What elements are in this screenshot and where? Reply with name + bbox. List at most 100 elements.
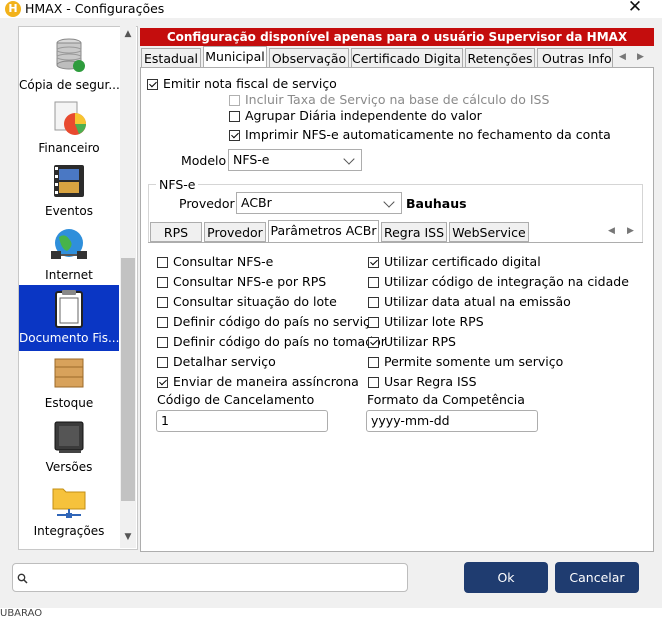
sidebar-item-label: Eventos <box>45 204 93 218</box>
inner-tab-scroll-left-icon[interactable]: ◀ <box>608 226 615 236</box>
globe-network-icon <box>51 229 87 259</box>
chevron-down-icon <box>343 153 355 165</box>
ok-button[interactable]: Ok <box>464 562 548 593</box>
sidebar-item-internet[interactable]: Internet <box>19 227 119 289</box>
checkbox-label: Definir código do país no serviço <box>173 314 378 329</box>
checkbox-box <box>157 377 168 388</box>
definir-pais-servico-checkbox[interactable]: Definir código do país no serviço <box>157 314 378 330</box>
tab-rps[interactable]: RPS <box>150 222 202 242</box>
utilizar-rps-checkbox[interactable]: Utilizar RPS <box>368 334 456 350</box>
scrollbar-thumb[interactable] <box>121 258 135 501</box>
sidebar-item-eventos[interactable]: Eventos <box>19 163 119 225</box>
consultar-nfse-rps-checkbox[interactable]: Consultar NFS-e por RPS <box>157 274 326 290</box>
inner-tab-scroll-right-icon[interactable]: ▶ <box>627 226 634 236</box>
sidebar-item-label: Integrações <box>33 524 105 538</box>
utilizar-lote-rps-checkbox[interactable]: Utilizar lote RPS <box>368 314 484 330</box>
checkbox-label: Agrupar Diária independente do valor <box>245 108 482 123</box>
title-bar: H HMAX - Configurações ✕ <box>0 0 662 18</box>
emitir-nota-checkbox[interactable]: Emitir nota fiscal de serviço <box>147 76 337 92</box>
enviar-assincrona-checkbox[interactable]: Enviar de maneira assíncrona <box>157 374 359 390</box>
checkbox-box <box>157 297 168 308</box>
checkbox-box <box>157 277 168 288</box>
modelo-label: Modelo <box>181 153 227 168</box>
checkbox-box <box>229 130 240 141</box>
sidebar-item-documento-fiscal[interactable]: Documento Fis... <box>19 285 119 351</box>
sidebar-item-label: Versões <box>45 460 93 474</box>
tab-scroll-right-icon[interactable]: ▶ <box>637 52 644 62</box>
formato-competencia-label: Formato da Competência <box>367 392 525 407</box>
utilizar-certificado-checkbox[interactable]: Utilizar certificado digital <box>368 254 541 270</box>
tab-certificado-digital[interactable]: Certificado Digital <box>351 48 463 68</box>
sidebar-item-estoque[interactable]: Estoque <box>19 355 119 417</box>
checkbox-box <box>157 317 168 328</box>
tab-outras-informacoes[interactable]: Outras Infor <box>537 48 613 68</box>
sidebar-item-label: Internet <box>45 268 93 282</box>
detalhar-servico-checkbox[interactable]: Detalhar serviço <box>157 354 276 370</box>
tab-webservice[interactable]: WebService <box>449 222 529 242</box>
scroll-down-icon[interactable]: ▼ <box>120 532 136 546</box>
imprimir-nfse-checkbox[interactable]: Imprimir NFS-e automaticamente no fecham… <box>229 127 611 143</box>
checkbox-label: Usar Regra ISS <box>384 374 477 389</box>
checkbox-box <box>157 337 168 348</box>
checkbox-box <box>229 95 240 106</box>
consultar-situacao-lote-checkbox[interactable]: Consultar situação do lote <box>157 294 337 310</box>
select-value: ACBr <box>241 195 272 210</box>
scroll-up-icon[interactable]: ▲ <box>120 29 136 43</box>
formato-competencia-input[interactable]: yyyy-mm-dd <box>366 410 538 432</box>
checkbox-label: Consultar NFS-e <box>173 254 274 269</box>
incluir-taxa-checkbox[interactable]: Incluir Taxa de Serviço na base de cálcu… <box>229 92 549 108</box>
checkbox-box <box>147 79 158 90</box>
agrupar-diaria-checkbox[interactable]: Agrupar Diária independente do valor <box>229 108 482 124</box>
sidebar-item-integracoes[interactable]: Integrações <box>19 483 119 545</box>
codigo-cancelamento-input[interactable]: 1 <box>156 410 328 432</box>
sidebar-item-financeiro[interactable]: Financeiro <box>19 100 119 162</box>
consultar-nfse-checkbox[interactable]: Consultar NFS-e <box>157 254 273 270</box>
tab-parametros-acbr[interactable]: Parâmetros ACBr <box>268 220 379 242</box>
checkbox-label: Consultar situação do lote <box>173 294 337 309</box>
modelo-select[interactable]: NFS-e <box>228 149 362 171</box>
checkbox-label: Incluir Taxa de Serviço na base de cálcu… <box>245 92 550 107</box>
tab-regra-iss[interactable]: Regra ISS <box>381 222 447 242</box>
window-title: HMAX - Configurações <box>25 1 165 16</box>
film-icon <box>54 165 84 197</box>
utilizar-codigo-integracao-checkbox[interactable]: Utilizar código de integração na cidade <box>368 274 629 290</box>
cancel-button[interactable]: Cancelar <box>555 562 639 593</box>
app-logo-icon: H <box>5 1 21 17</box>
checkbox-label: Utilizar código de integração na cidade <box>384 274 629 289</box>
folder-network-icon <box>52 488 86 518</box>
codigo-cancelamento-label: Código de Cancelamento <box>157 392 315 407</box>
sidebar-item-label: Estoque <box>44 396 94 410</box>
checkbox-box <box>368 257 379 268</box>
checkbox-label: Definir código do país no tomador <box>173 334 386 349</box>
utilizar-data-atual-checkbox[interactable]: Utilizar data atual na emissão <box>368 294 571 310</box>
tab-municipal[interactable]: Municipal <box>203 46 267 69</box>
checkbox-box <box>229 111 240 122</box>
checkbox-label: Consultar NFS-e por RPS <box>173 274 327 289</box>
chevron-down-icon <box>383 196 395 208</box>
tab-retencoes[interactable]: Retenções <box>465 48 535 68</box>
usar-regra-iss-checkbox[interactable]: Usar Regra ISS <box>368 374 477 390</box>
sidebar-item-label: Financeiro <box>38 141 100 155</box>
tab-estadual[interactable]: Estadual <box>141 48 201 68</box>
close-icon[interactable]: ✕ <box>624 0 646 17</box>
sidebar-item-backup[interactable]: Cópia de segur... <box>19 37 119 99</box>
checkbox-box <box>368 277 379 288</box>
search-icon <box>17 573 28 584</box>
chart-pie-icon <box>54 101 86 135</box>
provedor-select[interactable]: ACBr <box>236 192 402 214</box>
sidebar-item-label: Cópia de segur... <box>19 78 119 92</box>
tab-provedor[interactable]: Provedor <box>204 222 266 242</box>
supervisor-warning-banner: Configuração disponível apenas para o us… <box>140 28 654 46</box>
sidebar-item-label: Documento Fis... <box>19 331 119 345</box>
search-input[interactable] <box>12 563 408 592</box>
chip-icon <box>54 421 84 453</box>
checkbox-label: Permite somente um serviço <box>384 354 564 369</box>
city-name: Bauhaus <box>406 196 467 211</box>
checkbox-box <box>157 257 168 268</box>
tab-scroll-left-icon[interactable]: ◀ <box>619 52 626 62</box>
sidebar-item-versoes[interactable]: Versões <box>19 419 119 481</box>
checkbox-label: Utilizar lote RPS <box>384 314 484 329</box>
tab-observacao[interactable]: Observação <box>269 48 349 68</box>
definir-pais-tomador-checkbox[interactable]: Definir código do país no tomador <box>157 334 386 350</box>
permite-um-servico-checkbox[interactable]: Permite somente um serviço <box>368 354 563 370</box>
